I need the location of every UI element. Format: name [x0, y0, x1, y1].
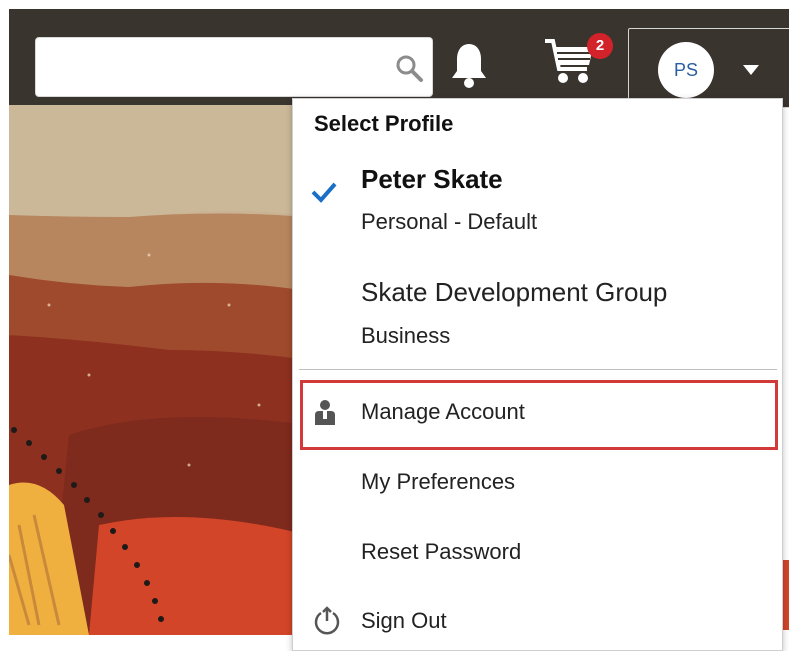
background-illustration	[9, 105, 307, 635]
profile-type: Business	[361, 323, 451, 348]
avatar: PS	[658, 42, 714, 98]
person-icon	[315, 400, 335, 425]
menu-item-label: Reset Password	[361, 539, 522, 564]
menu-item-sign-out[interactable]: Sign Out	[293, 600, 784, 650]
menu-divider	[299, 369, 777, 370]
bell-icon[interactable]	[447, 41, 491, 89]
cart-count-badge: 2	[587, 33, 613, 59]
abstract-art-image	[9, 105, 307, 635]
profile-name: Skate Development Group	[361, 277, 668, 307]
menu-item-reset-password[interactable]: Reset Password	[293, 531, 784, 581]
menu-item-manage-account[interactable]: Manage Account	[293, 391, 784, 441]
profile-dropdown-menu: Select Profile Peter Skate Personal - De…	[292, 98, 783, 651]
search-icon[interactable]	[394, 53, 424, 83]
menu-item-label: Sign Out	[361, 608, 447, 633]
top-header-bar: 2 PS	[9, 9, 789, 108]
profile-name: Peter Skate	[361, 164, 503, 194]
profile-menu-button[interactable]: PS	[628, 28, 789, 108]
menu-item-label: Manage Account	[361, 399, 525, 424]
profile-option-business[interactable]: Skate Development Group Business	[293, 269, 784, 359]
profile-option-personal[interactable]: Peter Skate Personal - Default	[293, 159, 784, 249]
search-input[interactable]	[44, 46, 384, 88]
menu-item-my-preferences[interactable]: My Preferences	[293, 461, 784, 511]
menu-item-label: My Preferences	[361, 469, 516, 494]
profile-type: Personal - Default	[361, 209, 538, 234]
caret-down-icon	[743, 65, 759, 75]
menu-heading: Select Profile	[314, 111, 454, 136]
power-icon	[314, 606, 340, 635]
search-box[interactable]	[35, 37, 433, 97]
